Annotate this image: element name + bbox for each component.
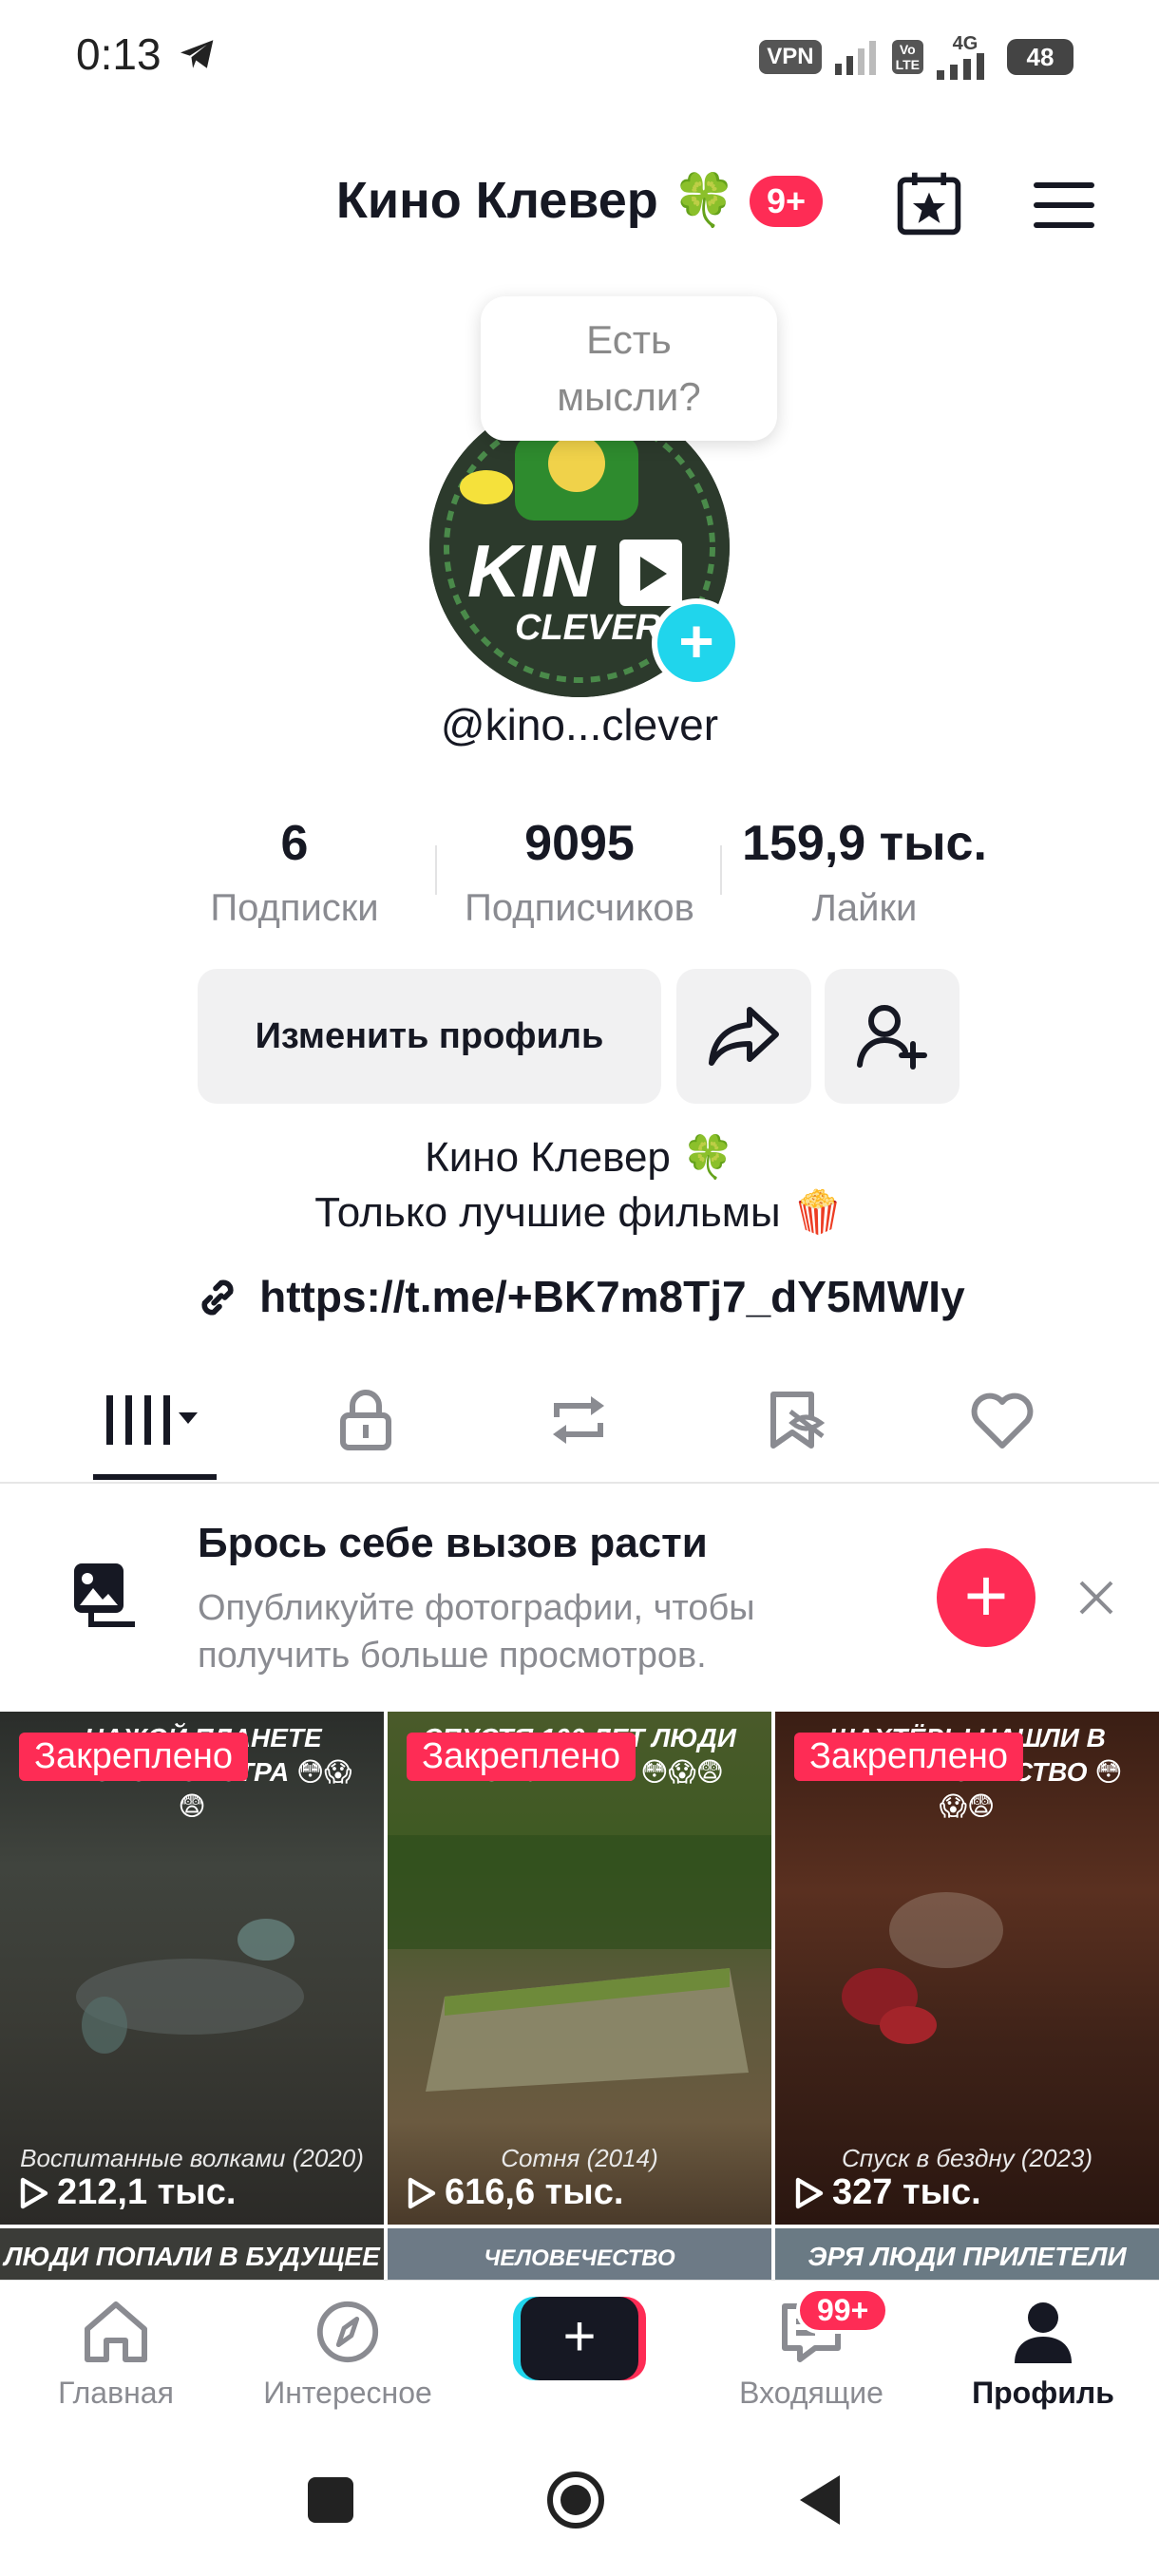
username: @kino...clever (440, 700, 719, 749)
avatar-logo-text: CLEVER (515, 608, 662, 648)
view-count: 212,1 тыс. (19, 2172, 236, 2213)
profile-header: Кино Клевер 🍀 9+ (0, 171, 1159, 231)
heart-icon (971, 1392, 1034, 1449)
nav-home[interactable]: Главная (21, 2299, 211, 2411)
promo-subtitle: Опубликуйте фотографии, чтобы получить б… (198, 1588, 755, 1676)
nav-profile[interactable]: Профиль (948, 2299, 1138, 2411)
video-thumbnail[interactable]: ЧЕЛОВЕЧЕСТВО ПЕРЕСЕЛИЛОСЬ (388, 2228, 771, 2285)
promo-title: Брось себе вызов расти (198, 1520, 708, 1566)
tab-private[interactable] (294, 1377, 437, 1463)
stat-label: Подписчиков (465, 887, 694, 929)
plus-icon: + (521, 2297, 638, 2380)
add-user-icon (857, 1005, 927, 1070)
stat-following[interactable]: 6 Подписки (190, 815, 399, 930)
stat-label: Подписки (210, 887, 379, 929)
stat-value: 6 (280, 816, 309, 871)
edit-profile-button[interactable]: Изменить профиль (198, 969, 661, 1104)
video-thumbnail[interactable]: ЭРЯ ЛЮДИ ПРИЛЕТЕЛИ (775, 2228, 1159, 2285)
pinned-badge: Закреплено (407, 1733, 636, 1781)
menu-icon[interactable] (1034, 179, 1094, 232)
status-indicators: VPN Vo LTE 4G 48 (759, 34, 1074, 80)
close-icon[interactable] (1075, 1577, 1117, 1619)
photo-stack-icon (68, 1558, 141, 1635)
stat-divider (720, 845, 722, 895)
video-caption: Сотня (2014) (501, 2144, 658, 2172)
tab-videos[interactable] (84, 1377, 226, 1463)
tooltip-line: Есть (586, 317, 672, 362)
recents-button[interactable] (308, 2477, 353, 2523)
tabs-divider (0, 1482, 1159, 1484)
video-thumbnail[interactable]: СПУСТЯ 100 ЛЕТ ЛЮДИ ... ИЗ БУНКЕРА 😳😱😨 З… (388, 1712, 771, 2225)
tab-liked[interactable] (931, 1377, 1074, 1463)
play-icon (20, 2177, 48, 2208)
stat-divider (435, 845, 437, 895)
stat-followers[interactable]: 9095 Подписчиков (446, 815, 712, 930)
nav-label: Интересное (263, 2376, 432, 2410)
share-profile-button[interactable] (676, 969, 811, 1104)
battery-indicator: 48 (1007, 39, 1074, 75)
bookmark-hidden-icon (770, 1392, 825, 1449)
stat-value: 9095 (524, 816, 635, 871)
add-photo-button[interactable]: + (937, 1548, 1036, 1647)
thoughts-tooltip[interactable]: Есть мысли? (481, 296, 777, 441)
video-headline: ЭРЯ ЛЮДИ ПРИЛЕТЕЛИ (808, 2242, 1127, 2271)
home-icon (85, 2301, 147, 2362)
nav-label: Входящие (739, 2376, 884, 2410)
volte-badge: Vo LTE (891, 40, 923, 74)
edit-profile-label: Изменить профиль (255, 1015, 604, 1056)
video-thumbnail[interactable]: ЛЮДИ ПОПАЛИ В БУДУЩЕЕ (0, 2228, 384, 2285)
pinned-badge: Закреплено (19, 1733, 248, 1781)
lock-icon (340, 1390, 391, 1450)
share-icon (709, 1007, 779, 1066)
network-indicator: 4G (937, 34, 994, 80)
video-caption: Спуск в бездну (2023) (841, 2144, 1093, 2172)
profile-icon (1015, 2302, 1072, 2363)
calendar-icon[interactable] (893, 167, 965, 239)
grid-icon (106, 1395, 198, 1445)
link-icon (201, 1279, 234, 1316)
repost-icon (553, 1396, 604, 1444)
play-icon (408, 2177, 436, 2208)
bio-name: Кино Клевер 🍀 (425, 1134, 734, 1181)
nav-explore[interactable]: Интересное (253, 2299, 443, 2411)
signal-icon (834, 41, 876, 75)
bio-tagline: Только лучшие фильмы 🍿 (314, 1189, 845, 1236)
video-thumbnail[interactable]: ...НАЖОЙ ПЛАНЕТЕ ...ННОГО МОНСТРА 😳😱😨 За… (0, 1712, 384, 2225)
signal-icon (937, 53, 984, 80)
nav-label: Главная (58, 2376, 174, 2410)
stat-value: 159,9 тыс. (742, 816, 987, 871)
back-button[interactable] (796, 2473, 844, 2527)
create-button[interactable]: + (513, 2297, 646, 2380)
status-time: 0:13 (76, 28, 217, 80)
pinned-badge: Закреплено (794, 1733, 1023, 1781)
view-count: 616,6 тыс. (407, 2172, 623, 2213)
stat-label: Лайки (811, 887, 918, 929)
play-icon (795, 2177, 824, 2208)
view-count: 327 тыс. (794, 2172, 981, 2213)
compass-icon (316, 2301, 379, 2363)
video-thumbnail[interactable]: ШАХТЁРЫ НАШЛИ В ...ЕВНЕЕ БОЖЕСТВО 😳😱😨 За… (775, 1712, 1159, 2225)
bio-link[interactable]: https://t.me/+BK7m8Tj7_dY5MWIy (0, 1271, 1159, 1322)
video-headline: ЛЮДИ ПОПАЛИ В БУДУЩЕЕ (4, 2242, 380, 2271)
page-title[interactable]: Кино Клевер 🍀 (336, 171, 736, 231)
bio-link-text[interactable]: https://t.me/+BK7m8Tj7_dY5MWIy (259, 1272, 965, 1321)
video-caption: Воспитанные волками (2020) (20, 2144, 364, 2172)
notification-badge[interactable]: 9+ (750, 175, 824, 227)
nav-label: Профиль (972, 2376, 1114, 2410)
tooltip-line: мысли? (557, 374, 701, 419)
tab-reposts[interactable] (507, 1377, 650, 1463)
telegram-icon (180, 40, 213, 68)
inbox-badge: 99+ (796, 2287, 890, 2334)
stat-likes[interactable]: 159,9 тыс. Лайки (732, 815, 998, 930)
add-friend-button[interactable] (825, 969, 960, 1104)
vpn-badge: VPN (759, 40, 822, 74)
home-button[interactable] (545, 2470, 606, 2530)
add-avatar-button[interactable]: + (652, 598, 741, 688)
tab-saved[interactable] (724, 1377, 866, 1463)
active-tab-indicator (93, 1474, 217, 1480)
avatar-logo-text: KIN (467, 529, 597, 613)
